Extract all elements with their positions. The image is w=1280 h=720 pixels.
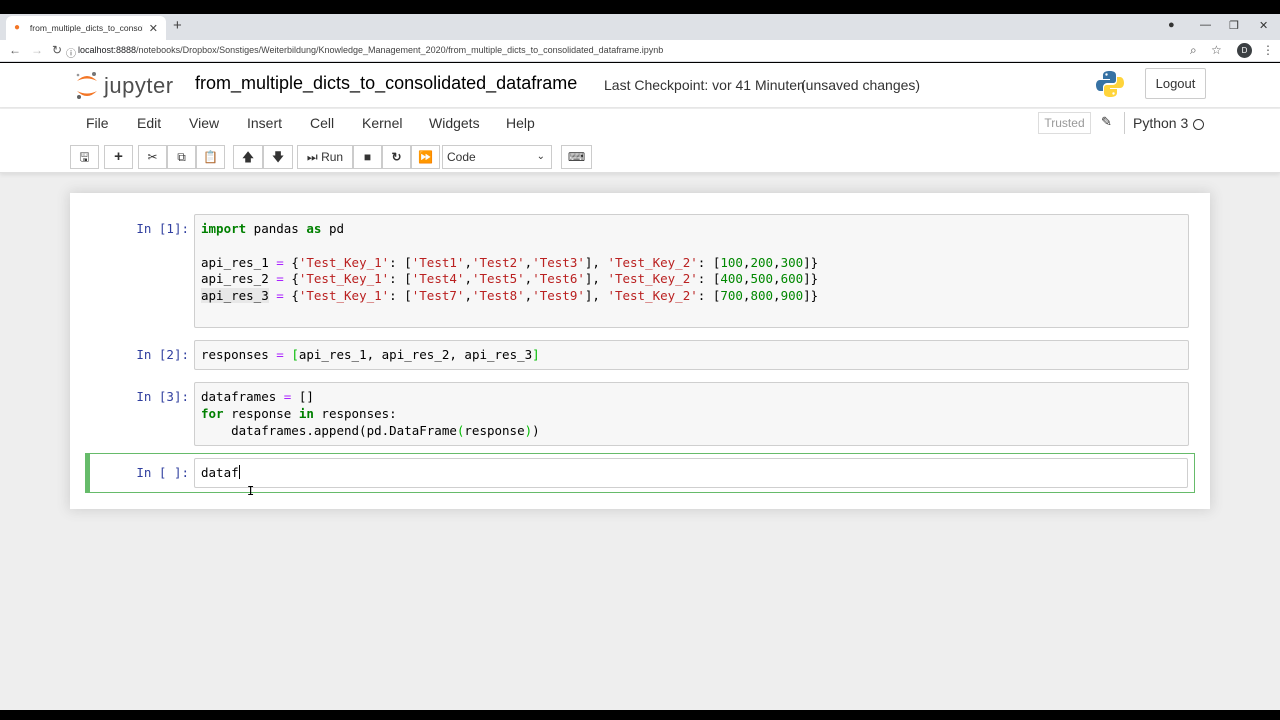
restore-icon[interactable]: ❐ <box>1229 19 1239 32</box>
menu-file[interactable]: File <box>86 115 109 131</box>
info-icon[interactable]: ⓘ <box>66 45 76 60</box>
profile-avatar[interactable]: D <box>1237 43 1252 58</box>
bookmark-star-icon[interactable]: ☆ <box>1211 43 1222 57</box>
paste-button[interactable]: 📋 <box>196 145 225 169</box>
notebook-name[interactable]: from_multiple_dicts_to_consolidated_data… <box>195 73 577 94</box>
code-cell[interactable]: In [3]: dataframes = [] for response in … <box>85 382 1195 446</box>
restart-icon: ↻ <box>391 150 402 164</box>
cell-prompt: In [ ]: <box>136 465 189 480</box>
fast-forward-icon: ⏩ <box>418 150 433 164</box>
address-bar: ← → ↻ ⓘ localhost:8888/notebooks/Dropbox… <box>0 40 1280 62</box>
cell-prompt: In [2]: <box>136 347 189 362</box>
url-host: localhost:8888 <box>78 45 137 55</box>
edit-mode-pencil-icon: ✎ <box>1101 114 1112 129</box>
jupyter-logo[interactable]: jupyter <box>74 69 184 103</box>
jupyter-favicon-icon: ● <box>14 22 21 33</box>
browser-tab[interactable]: ● from_multiple_dicts_to_consolid... ✕ <box>6 16 166 40</box>
python-logo-icon <box>1096 71 1124 97</box>
browser-tabstrip: ● from_multiple_dicts_to_consolid... ✕ +… <box>0 14 1280 40</box>
cell-type-select[interactable]: Code ⌄ <box>442 145 552 169</box>
close-window-icon[interactable]: ✕ <box>1259 19 1268 32</box>
menu-widgets[interactable]: Widgets <box>429 115 480 131</box>
checkpoint-status: Last Checkpoint: vor 41 Minuten <box>604 77 805 93</box>
cell-prompt: In [3]: <box>136 389 189 404</box>
close-tab-icon[interactable]: ✕ <box>149 22 158 35</box>
kernel-idle-indicator-icon <box>1193 119 1204 130</box>
menu-kernel[interactable]: Kernel <box>362 115 402 131</box>
command-palette-button[interactable]: ⌨ <box>561 145 592 169</box>
menu-help[interactable]: Help <box>506 115 535 131</box>
forward-icon[interactable]: → <box>31 43 43 57</box>
save-button[interactable]: 🖫 <box>70 145 99 169</box>
run-button[interactable]: ⏭ Run <box>297 145 353 169</box>
minimize-icon[interactable]: — <box>1200 19 1211 31</box>
move-down-button[interactable]: 🡇 <box>263 145 293 169</box>
run-label: Run <box>321 150 344 164</box>
stop-icon: ■ <box>363 150 372 164</box>
code-source[interactable]: dataframes = [] for response in response… <box>195 383 1188 445</box>
code-input[interactable]: responses = [api_res_1, api_res_2, api_r… <box>194 340 1189 370</box>
menu-edit[interactable]: Edit <box>137 115 161 131</box>
cell-type-value: Code <box>447 150 476 164</box>
chevron-down-icon: ⌄ <box>536 151 545 162</box>
restart-run-all-button[interactable]: ⏩ <box>411 145 440 169</box>
back-icon[interactable]: ← <box>9 43 21 57</box>
menu-cell[interactable]: Cell <box>310 115 334 131</box>
logout-button[interactable]: Logout <box>1145 68 1206 99</box>
step-forward-icon: ⏭ <box>306 150 318 164</box>
zoom-icon[interactable]: ⌕ <box>1190 43 1197 58</box>
url-field[interactable]: localhost:8888/notebooks/Dropbox/Sonstig… <box>78 45 663 55</box>
browser-menu-icon[interactable]: ⋮ <box>1262 43 1274 57</box>
text-cursor <box>238 465 240 479</box>
jupyter-logo-text: jupyter <box>104 73 174 98</box>
cell-prompt: In [1]: <box>136 221 189 236</box>
menu-view[interactable]: View <box>189 115 219 131</box>
code-input[interactable]: import pandas as pd api_res_1 = {'Test_K… <box>194 214 1189 328</box>
browser-tab-title: from_multiple_dicts_to_consolid... <box>29 23 143 33</box>
interrupt-button[interactable]: ■ <box>353 145 382 169</box>
jupyter-header: jupyter from_multiple_dicts_to_consolida… <box>0 63 1280 108</box>
code-source[interactable]: responses = [api_res_1, api_res_2, api_r… <box>195 341 1188 370</box>
keyboard-icon: ⌨ <box>567 150 586 164</box>
mouse-ibeam-cursor-icon: I <box>247 484 255 498</box>
scissors-icon: ✂ <box>147 150 158 164</box>
code-source[interactable]: dataf <box>195 459 1187 488</box>
trusted-indicator[interactable]: Trusted <box>1038 112 1091 134</box>
url-path: /notebooks/Dropbox/Sonstiges/Weiterbildu… <box>136 45 664 55</box>
save-icon: 🖫 <box>79 150 90 164</box>
media-control-icon[interactable]: ● <box>1168 19 1175 31</box>
arrow-up-icon: 🡅 <box>241 150 255 164</box>
kernel-name: Python 3 <box>1133 115 1189 131</box>
notebook-container: In [1]: import pandas as pd api_res_1 = … <box>70 193 1210 509</box>
code-cell[interactable]: In [1]: import pandas as pd api_res_1 = … <box>85 214 1195 328</box>
jupyter-page: jupyter from_multiple_dicts_to_consolida… <box>0 63 1280 710</box>
jupyter-logo-icon <box>76 72 97 99</box>
new-tab-icon[interactable]: + <box>173 17 182 34</box>
kernel-separator <box>1124 112 1125 134</box>
copy-icon: ⧉ <box>177 150 186 164</box>
code-input[interactable]: dataframes = [] for response in response… <box>194 382 1189 446</box>
code-input[interactable]: dataf <box>194 458 1188 488</box>
move-up-button[interactable]: 🡅 <box>233 145 263 169</box>
copy-button[interactable]: ⧉ <box>167 145 196 169</box>
menu-insert[interactable]: Insert <box>247 115 282 131</box>
plus-icon: + <box>114 148 123 165</box>
code-source[interactable]: import pandas as pd api_res_1 = {'Test_K… <box>195 215 1188 311</box>
insert-cell-button[interactable]: + <box>104 145 133 169</box>
cut-button[interactable]: ✂ <box>138 145 167 169</box>
arrow-down-icon: 🡇 <box>271 150 285 164</box>
restart-button[interactable]: ↻ <box>382 145 411 169</box>
code-text: dataf <box>201 465 239 480</box>
autosave-status: (unsaved changes) <box>801 77 921 93</box>
paste-icon: 📋 <box>203 150 218 164</box>
reload-icon[interactable]: ↻ <box>52 43 62 57</box>
code-cell[interactable]: In [2]: responses = [api_res_1, api_res_… <box>85 340 1195 370</box>
